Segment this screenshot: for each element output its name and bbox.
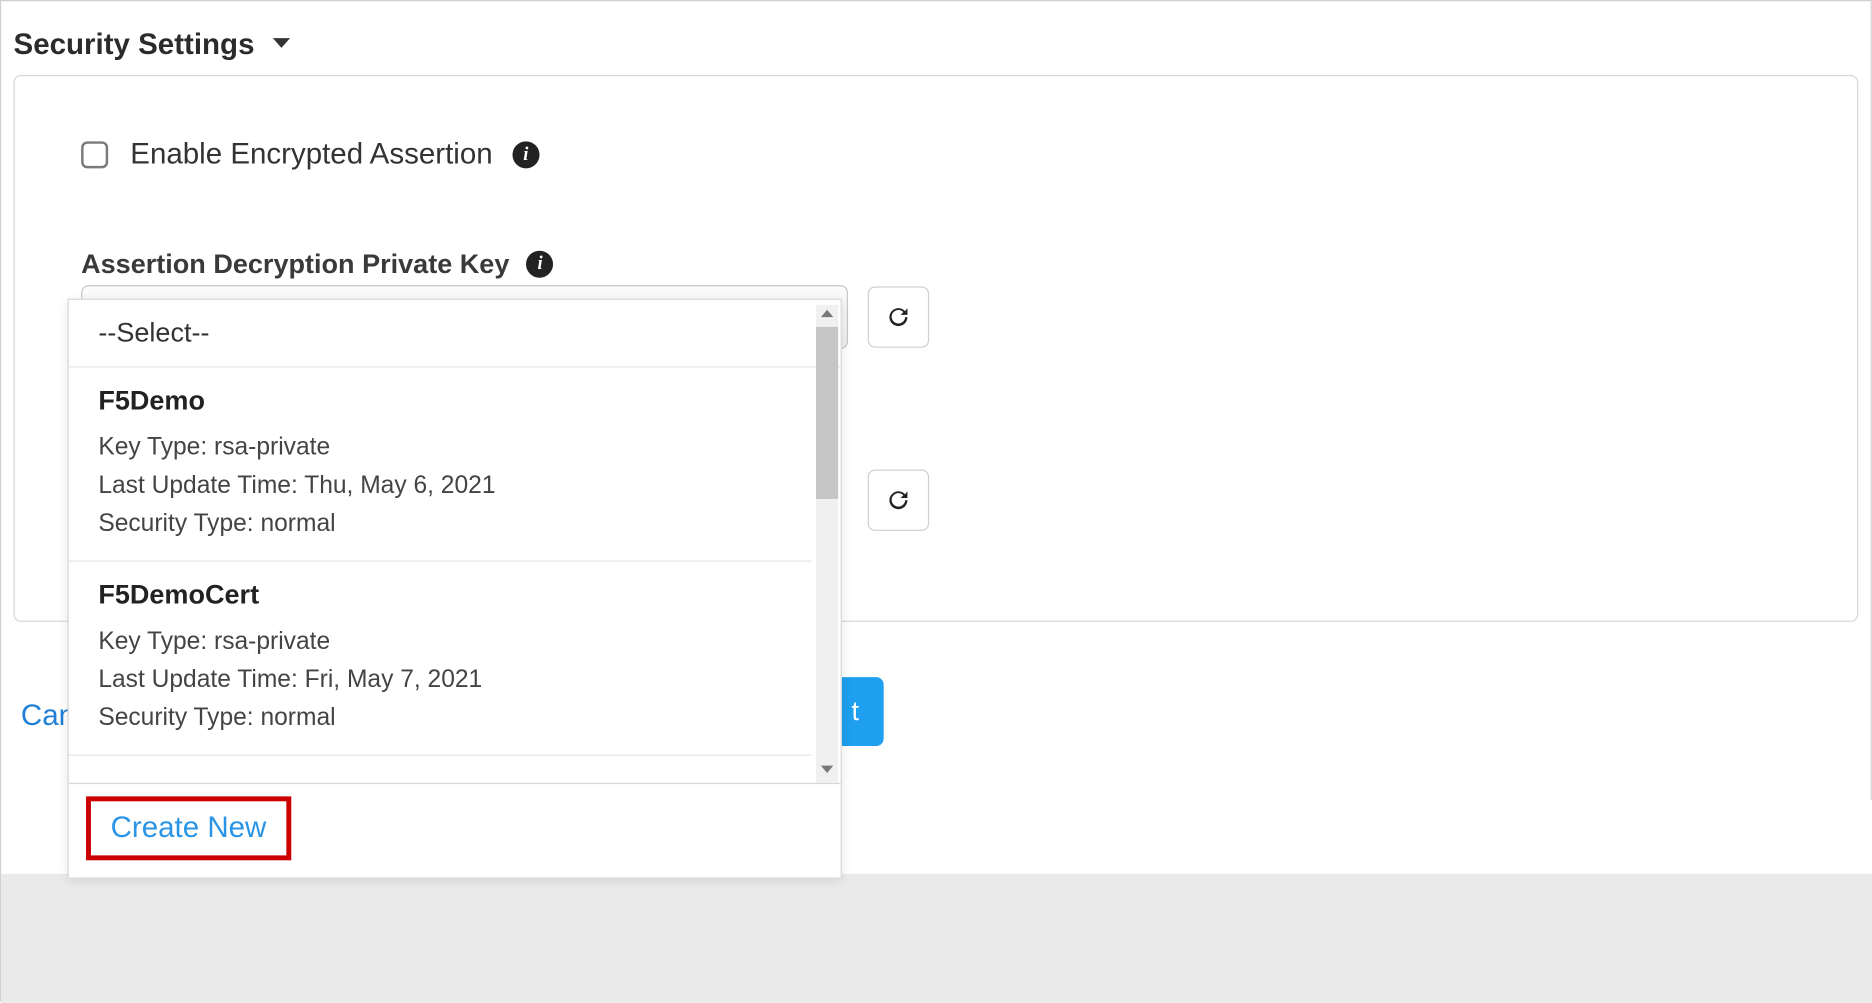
create-new-highlight: Create New (86, 796, 291, 860)
refresh-button[interactable] (868, 286, 929, 347)
last-update-value: Fri, May 7, 2021 (305, 666, 483, 693)
scroll-down-icon[interactable] (819, 761, 836, 778)
info-icon[interactable]: i (512, 141, 539, 168)
dropdown-item-meta: Key Type: rsa-private Last Update Time: … (98, 429, 781, 543)
security-type-value: normal (260, 510, 335, 537)
dropdown-item-name (98, 766, 781, 783)
key-type-label: Key Type: (98, 628, 207, 655)
last-update-label: Last Update Time: (98, 472, 297, 499)
dropdown-item[interactable] (69, 756, 811, 783)
dropdown-item-meta: Key Type: rsa-private Last Update Time: … (98, 623, 781, 737)
private-key-label-row: Assertion Decryption Private Key i (81, 248, 554, 280)
scroll-up-icon[interactable] (819, 305, 836, 322)
dropdown-scroll: --Select-- F5Demo Key Type: rsa-private … (69, 300, 841, 783)
key-type-value: rsa-private (214, 434, 330, 461)
dropdown-placeholder[interactable]: --Select-- (69, 300, 841, 368)
key-type-label: Key Type: (98, 434, 207, 461)
security-type-value: normal (260, 704, 335, 731)
key-type-value: rsa-private (214, 628, 330, 655)
last-update-value: Thu, May 6, 2021 (304, 472, 495, 499)
next-button-fragment: t (852, 696, 860, 728)
security-type-label: Security Type: (98, 704, 253, 731)
last-update-label: Last Update Time: (98, 666, 297, 693)
dropdown-item-name: F5DemoCert (98, 579, 781, 611)
refresh-button[interactable] (868, 469, 929, 530)
caret-down-icon (272, 34, 292, 56)
dropdown-item[interactable]: F5DemoCert Key Type: rsa-private Last Up… (69, 562, 811, 756)
info-icon[interactable]: i (527, 251, 554, 278)
security-type-label: Security Type: (98, 510, 253, 537)
dropdown-footer: Create New (69, 783, 841, 878)
enable-encrypted-checkbox[interactable] (81, 141, 108, 168)
section-title: Security Settings (14, 28, 255, 62)
private-key-label: Assertion Decryption Private Key (81, 248, 509, 280)
private-key-dropdown: --Select-- F5Demo Key Type: rsa-private … (68, 299, 842, 879)
enable-encrypted-label: Enable Encrypted Assertion (130, 138, 492, 172)
dropdown-item-name: F5Demo (98, 385, 781, 417)
scrollbar-thumb[interactable] (816, 327, 838, 499)
create-new-link[interactable]: Create New (111, 811, 267, 844)
enable-encrypted-row: Enable Encrypted Assertion i (81, 138, 539, 172)
dropdown-item[interactable]: F5Demo Key Type: rsa-private Last Update… (69, 367, 811, 561)
section-header[interactable]: Security Settings (1, 1, 1870, 75)
